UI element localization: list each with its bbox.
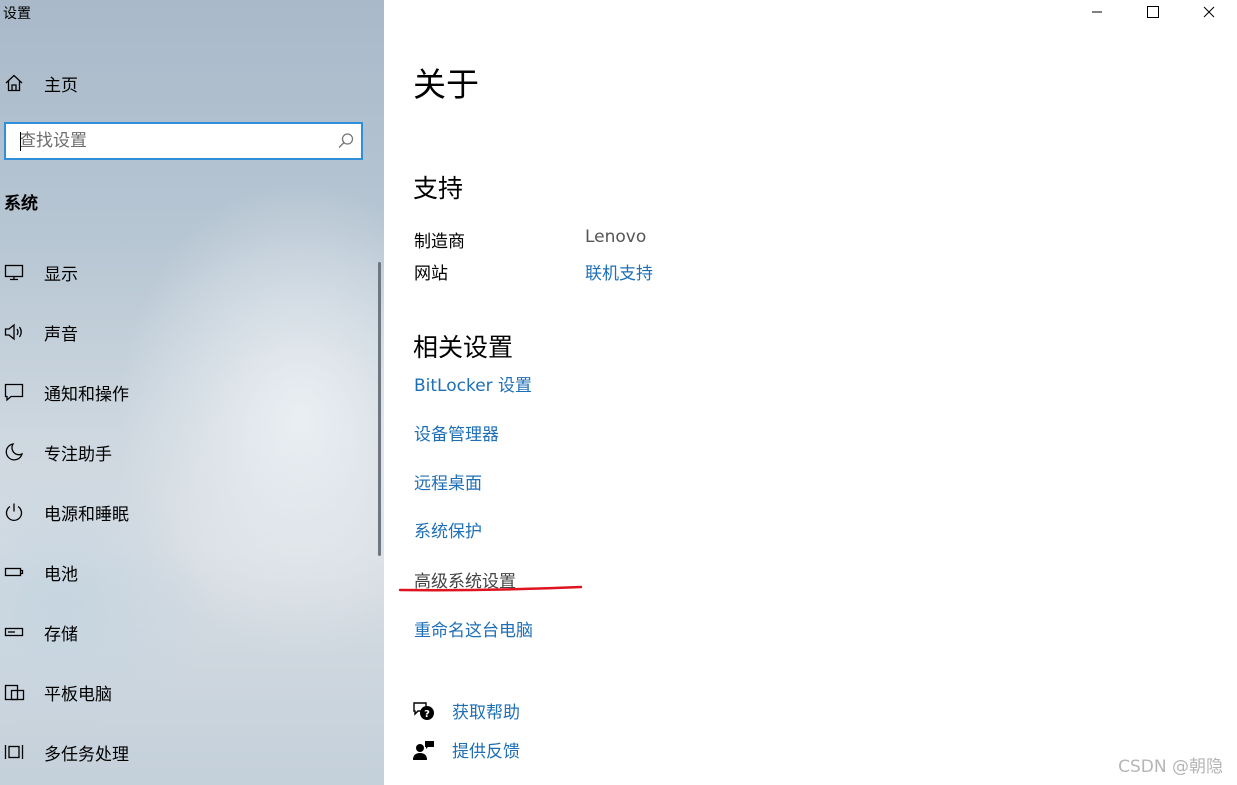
sidebar-item-multitasking[interactable]: 多任务处理 (0, 722, 376, 782)
sidebar-item-storage[interactable]: 存储 (0, 602, 376, 662)
search-icon[interactable] (331, 132, 361, 150)
storage-icon (0, 622, 44, 642)
sidebar-item-display[interactable]: 显示 (0, 242, 376, 302)
close-icon (1203, 6, 1215, 18)
sidebar-item-label: 声音 (44, 324, 78, 345)
notification-icon (0, 382, 44, 402)
close-button[interactable] (1181, 0, 1237, 24)
feedback-link[interactable]: 提供反馈 (452, 737, 520, 762)
online-support-link[interactable]: 联机支持 (585, 259, 653, 284)
tablet-icon (0, 682, 44, 702)
sidebar: 设置 主页 系统 (0, 0, 384, 785)
device-manager-link[interactable]: 设备管理器 (414, 420, 499, 445)
sidebar-item-sound[interactable]: 声音 (0, 302, 376, 362)
sidebar-item-label: 存储 (44, 624, 78, 645)
battery-icon (0, 562, 44, 582)
minimize-icon (1092, 11, 1102, 13)
sidebar-item-label: 电池 (44, 564, 78, 585)
sidebar-item-label: 主页 (44, 75, 78, 96)
search-input[interactable] (6, 125, 331, 157)
maximize-icon (1147, 6, 1159, 18)
sidebar-item-notifications[interactable]: 通知和操作 (0, 362, 376, 422)
sidebar-item-label: 电源和睡眠 (44, 504, 129, 525)
sidebar-item-label: 专注助手 (44, 444, 112, 465)
multitask-icon (0, 742, 44, 762)
rename-pc-link[interactable]: 重命名这台电脑 (414, 616, 533, 641)
page-title: 关于 (413, 65, 479, 104)
sidebar-item-tablet[interactable]: 平板电脑 (0, 662, 376, 722)
sidebar-item-label: 显示 (44, 264, 78, 285)
feedback-person-icon (412, 739, 452, 761)
help-chat-icon: ? (412, 700, 452, 722)
related-settings-heading: 相关设置 (413, 333, 514, 362)
bitlocker-settings-link[interactable]: BitLocker 设置 (414, 371, 532, 396)
red-annotation-underline (398, 585, 583, 592)
remote-desktop-link[interactable]: 远程桌面 (414, 469, 482, 494)
search-box[interactable] (4, 122, 363, 160)
minimize-button[interactable] (1069, 0, 1125, 24)
home-icon (0, 73, 44, 93)
section-heading: 系统 (4, 194, 38, 214)
get-help-row[interactable]: ? 获取帮助 (412, 698, 520, 723)
monitor-icon (0, 262, 44, 282)
window-controls (1069, 0, 1237, 24)
moon-icon (0, 442, 44, 462)
svg-text:?: ? (424, 709, 430, 720)
sidebar-item-power-sleep[interactable]: 电源和睡眠 (0, 482, 376, 542)
get-help-link[interactable]: 获取帮助 (452, 698, 520, 723)
manufacturer-label: 制造商 (414, 232, 465, 252)
sidebar-item-battery[interactable]: 电池 (0, 542, 376, 602)
watermark: CSDN @朝隐 (1118, 757, 1223, 777)
main-panel: 关于 支持 制造商 Lenovo 网站 联机支持 相关设置 BitLocker … (384, 0, 1237, 785)
sidebar-item-label: 多任务处理 (44, 744, 129, 765)
support-heading: 支持 (413, 174, 464, 203)
sidebar-item-label: 平板电脑 (44, 684, 112, 705)
power-icon (0, 502, 44, 522)
sidebar-item-home[interactable]: 主页 (0, 66, 380, 100)
sidebar-nav-list: 显示 声音 通知和操作 专注助手 电源和睡眠 电池 存储 平板电脑 多任务处理 (0, 242, 376, 782)
text-caret (20, 132, 21, 151)
sidebar-item-label: 通知和操作 (44, 384, 129, 405)
speaker-icon (0, 322, 44, 342)
feedback-row[interactable]: 提供反馈 (412, 737, 520, 762)
maximize-button[interactable] (1125, 0, 1181, 24)
system-protection-link[interactable]: 系统保护 (414, 517, 482, 542)
sidebar-item-focus-assist[interactable]: 专注助手 (0, 422, 376, 482)
website-label: 网站 (414, 264, 448, 284)
window-title: 设置 (3, 6, 31, 22)
sidebar-scrollbar[interactable] (378, 262, 381, 556)
manufacturer-value: Lenovo (585, 227, 647, 247)
